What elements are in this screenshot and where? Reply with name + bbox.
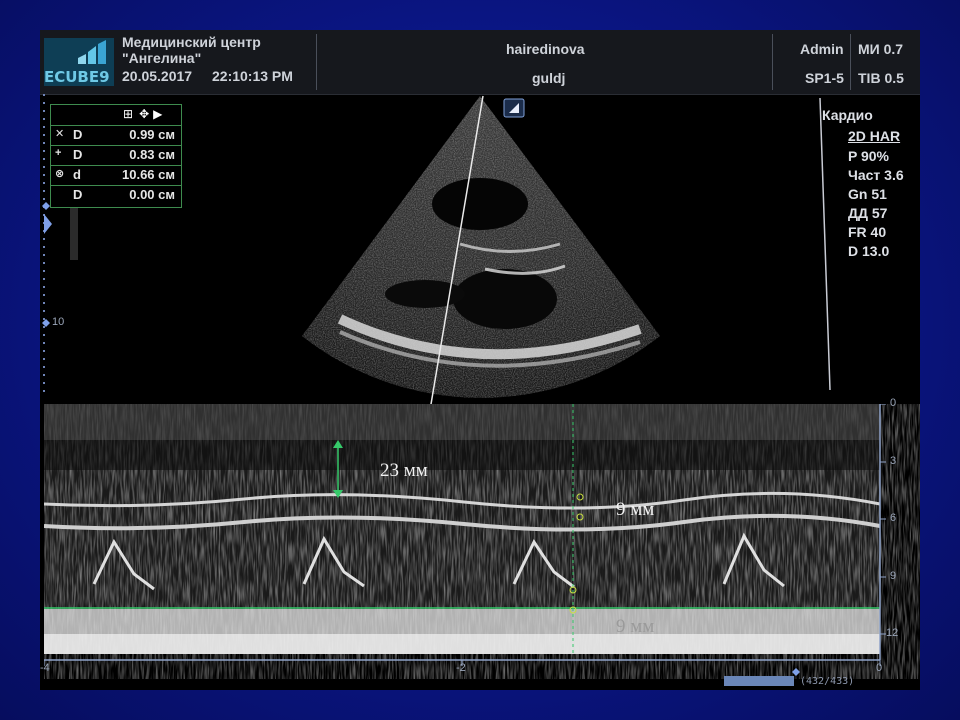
patient-last-name: hairedinova	[506, 41, 585, 57]
frame-counter: (432/433)	[800, 676, 855, 687]
annotation-ivs-thickness: 9 мм	[616, 499, 655, 520]
measurement-label: D	[73, 147, 83, 162]
mmode-depth-tick: 6	[890, 512, 897, 524]
exam-date: 20.05.2017	[122, 68, 193, 84]
move-icon[interactable]: ✥	[139, 107, 149, 121]
ultrasound-screen: ECUBE9 Медицинский центр "Ангелина" 20.0…	[40, 30, 920, 690]
header-divider	[850, 34, 851, 90]
mmode-depth-tick: 12	[886, 627, 899, 639]
caliper-plus-icon: +	[55, 147, 62, 159]
patient-first-name: guldj	[532, 70, 566, 86]
depth-value: D 13.0	[848, 243, 890, 259]
measurement-label: d	[73, 167, 81, 182]
measurement-panel: ⊞ ✥ ▶ ✕ D 0.99 см + D 0.83 см ⊗ d 10.66 см…	[50, 104, 182, 208]
mmode-depth-tick: 0	[890, 397, 897, 409]
header-bar: ECUBE9 Медицинский центр "Ангелина" 20.0…	[40, 30, 920, 95]
harmonic-mode: 2D HAR	[848, 128, 901, 144]
thermal-index: TIB 0.5	[858, 70, 904, 86]
header-divider	[772, 34, 773, 90]
measurement-label: D	[73, 127, 83, 142]
clinic-name-line2: "Ангелина"	[122, 50, 202, 66]
annotation-lv-diameter: 23 мм	[380, 460, 428, 481]
exam-preset: Кардио	[822, 107, 873, 123]
measurement-row: ✕ D 0.99 см	[51, 125, 181, 145]
measurement-value: 0.00 см	[129, 187, 175, 202]
depth-tick-10: 10	[52, 316, 65, 328]
measurement-toolbar: ⊞ ✥ ▶	[123, 107, 179, 122]
dynamic-range-value: ДД 57	[848, 205, 888, 221]
measurement-label: D	[73, 187, 83, 202]
grid-icon[interactable]: ⊞	[123, 107, 133, 121]
probe-name: SP1-5	[805, 70, 844, 86]
caliper-circle-icon: ⊗	[55, 168, 65, 180]
mmode-time-tick: 0	[876, 662, 883, 674]
frequency-value: Част 3.6	[848, 167, 904, 183]
cine-scroll-bar[interactable]	[724, 676, 794, 686]
frame-rate-value: FR 40	[848, 224, 887, 240]
header-divider	[316, 34, 317, 90]
measurement-row: + D 0.83 см	[51, 145, 181, 165]
user-name: Admin	[800, 41, 844, 57]
measurement-value: 10.66 см	[122, 167, 175, 182]
mmode-depth-tick: 9	[890, 570, 897, 582]
measurement-row: D 0.00 см	[51, 185, 181, 205]
caliper-cross-icon: ✕	[55, 128, 65, 140]
mmode-time-tick: -4	[40, 662, 50, 674]
measurement-value: 0.99 см	[129, 127, 175, 142]
power-value: P 90%	[848, 148, 889, 164]
mmode-depth-tick: 3	[890, 455, 897, 467]
clinic-name: Медицинский центр	[122, 34, 261, 50]
logo-text: ECUBE9	[44, 68, 110, 86]
exam-time: 22:10:13 PM	[212, 68, 293, 84]
measurement-row: ⊗ d 10.66 см	[51, 165, 181, 185]
play-icon[interactable]: ▶	[153, 107, 162, 121]
annotation-pw-thickness: 9 мм	[616, 616, 655, 637]
gain-value: Gn 51	[848, 186, 887, 202]
mmode-time-tick: -2	[456, 662, 466, 674]
mmode-strip	[44, 404, 886, 676]
measurement-value: 0.83 см	[129, 147, 175, 162]
mechanical-index: МИ 0.7	[858, 41, 904, 57]
depth-marker-line	[819, 97, 831, 391]
